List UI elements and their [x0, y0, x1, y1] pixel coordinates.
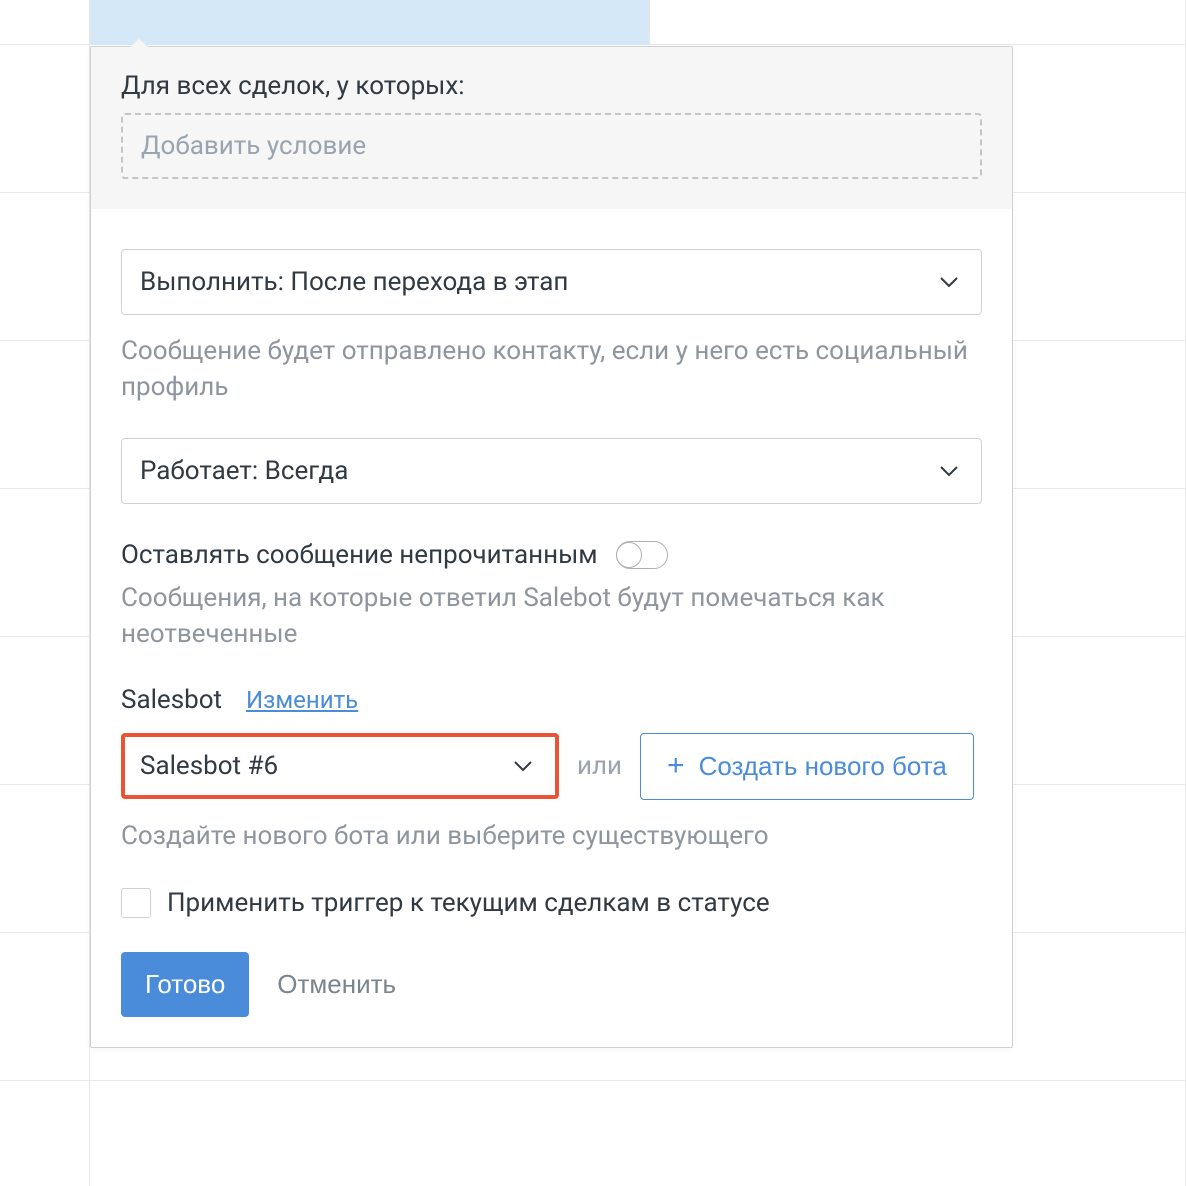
salesbot-title: Salesbot [121, 685, 222, 715]
unread-toggle-label: Оставлять сообщение непрочитанным [121, 540, 598, 570]
create-bot-label: Создать нового бота [699, 751, 947, 782]
salesbot-select-value: Salesbot #6 [140, 751, 278, 781]
schedule-select[interactable]: Работает: Всегда [121, 438, 982, 504]
salesbot-helper: Создайте нового бота или выберите сущест… [121, 818, 982, 854]
execute-select[interactable]: Выполнить: После перехода в этап [121, 249, 982, 315]
salesbot-header: Salesbot Изменить [121, 685, 982, 715]
toggle-knob [616, 542, 642, 568]
unread-toggle-row: Оставлять сообщение непрочитанным [121, 540, 982, 570]
execute-helper: Сообщение будет отправлено контакту, есл… [121, 333, 982, 406]
apply-trigger-row: Применить триггер к текущим сделкам в ст… [121, 888, 982, 918]
chevron-down-icon [939, 465, 959, 477]
apply-trigger-checkbox[interactable] [121, 888, 151, 918]
chevron-down-icon [939, 276, 959, 288]
cancel-button[interactable]: Отменить [277, 969, 396, 1000]
action-buttons: Готово Отменить [121, 952, 982, 1017]
unread-helper: Сообщения, на которые ответил Salebot бу… [121, 580, 982, 653]
trigger-config-panel: Для всех сделок, у которых: Добавить усл… [90, 46, 1013, 1048]
salesbot-edit-link[interactable]: Изменить [246, 686, 358, 714]
chevron-down-icon [513, 760, 533, 772]
add-condition-input[interactable]: Добавить условие [121, 113, 982, 179]
salesbot-select[interactable]: Salesbot #6 [121, 733, 559, 799]
plus-icon: + [667, 751, 685, 781]
unread-toggle[interactable] [616, 541, 668, 569]
or-separator: или [577, 751, 622, 781]
done-button[interactable]: Готово [121, 952, 249, 1017]
condition-title: Для всех сделок, у которых: [121, 71, 982, 101]
bot-selection-row: Salesbot #6 или + Создать нового бота [121, 733, 982, 800]
apply-trigger-label: Применить триггер к текущим сделкам в ст… [167, 888, 770, 918]
schedule-select-value: Работает: Всегда [140, 456, 348, 486]
execute-select-value: Выполнить: После перехода в этап [140, 267, 568, 297]
condition-section: Для всех сделок, у которых: Добавить усл… [91, 47, 1012, 209]
create-bot-button[interactable]: + Создать нового бота [640, 733, 974, 800]
